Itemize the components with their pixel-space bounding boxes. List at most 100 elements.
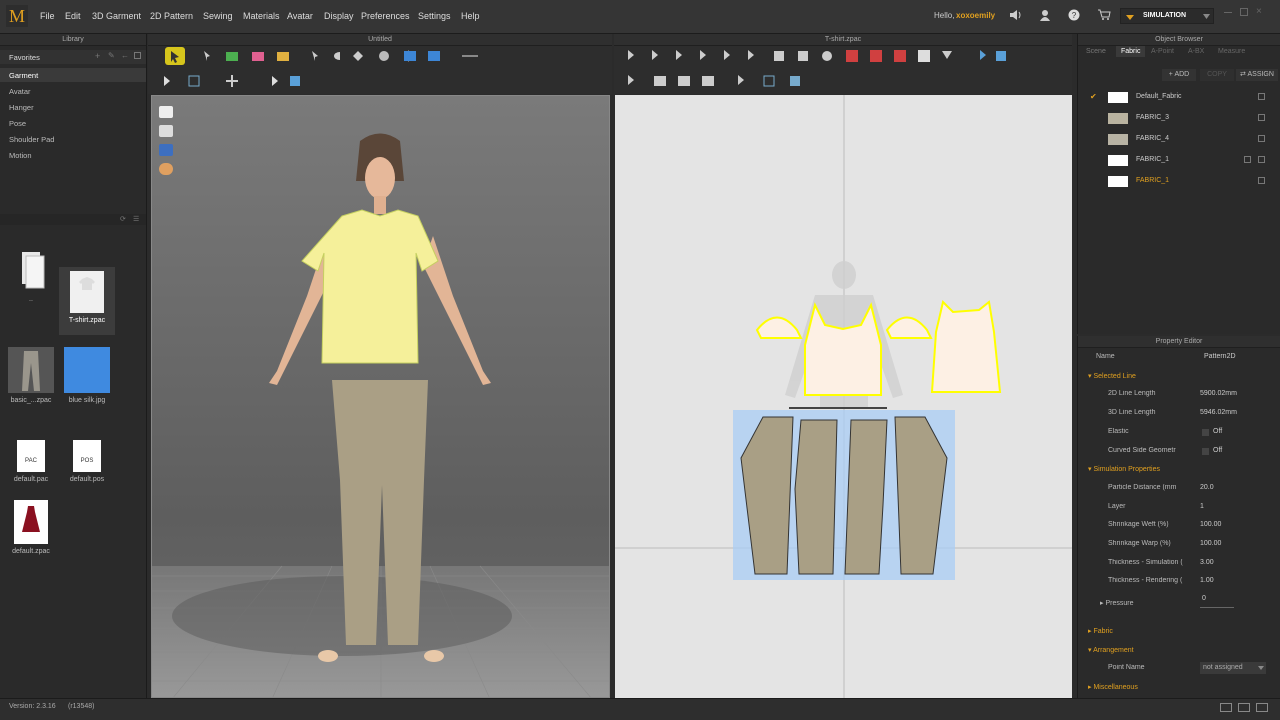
- prop-value[interactable]: 100.00: [1200, 521, 1221, 528]
- fabric-row[interactable]: ✔ Default_Fabric: [1078, 87, 1280, 108]
- menu-edit[interactable]: Edit: [65, 11, 81, 21]
- help-icon[interactable]: ?: [1068, 9, 1086, 25]
- 3d-tool-icons[interactable]: [200, 48, 340, 64]
- tab-fabric[interactable]: Fabric: [1116, 46, 1146, 57]
- grid-favorite-icon[interactable]: [134, 52, 141, 59]
- layout-dual-icon[interactable]: [1256, 703, 1268, 712]
- pressure-key[interactable]: ▸ Pressure: [1100, 599, 1180, 607]
- prop-value[interactable]: 100.00: [1200, 540, 1221, 547]
- prop-value[interactable]: 1.00: [1200, 577, 1214, 584]
- prop-value[interactable]: 5900.02mm: [1200, 390, 1237, 397]
- property-editor-panel: Property Editor Name Pattern2D ▾ Selecte…: [1077, 336, 1280, 698]
- pressure-slider[interactable]: [1200, 607, 1234, 608]
- add-label: ADD: [1174, 71, 1190, 78]
- tab-a-bx[interactable]: A-BX: [1188, 48, 1204, 55]
- list-view-icon[interactable]: ☰: [133, 215, 139, 223]
- fabric-delete-icon[interactable]: [1258, 93, 1265, 100]
- back-favorite-icon[interactable]: ←: [121, 51, 129, 60]
- minimize-icon[interactable]: [1224, 12, 1232, 13]
- file-item[interactable]: PAC default.pac: [3, 440, 59, 483]
- cart-icon[interactable]: [1097, 9, 1115, 25]
- edit-favorite-icon[interactable]: ✎: [108, 51, 115, 60]
- menu-help[interactable]: Help: [461, 11, 480, 21]
- fabric-delete-icon[interactable]: [1258, 177, 1265, 184]
- prop-value[interactable]: 1: [1200, 503, 1204, 510]
- favorites-label: Favorites: [9, 53, 40, 62]
- 3d-view-mode-icons[interactable]: [402, 48, 482, 64]
- section-simulation[interactable]: ▾ Simulation Properties: [1088, 465, 1160, 473]
- menu-file[interactable]: File: [40, 11, 55, 21]
- file-item[interactable]: basic_...zpac: [3, 347, 59, 404]
- curved-geometry-checkbox[interactable]: [1202, 448, 1209, 455]
- fabric-delete-icon[interactable]: [1258, 114, 1265, 121]
- measure-icon[interactable]: [159, 144, 173, 156]
- file-item[interactable]: blue silk.jpg: [59, 347, 115, 404]
- volume-icon[interactable]: [1009, 9, 1027, 25]
- point-name-select[interactable]: not assigned: [1200, 662, 1266, 674]
- menu-avatar[interactable]: Avatar: [287, 11, 313, 21]
- 3d-viewport[interactable]: [151, 95, 610, 698]
- username[interactable]: xoxoemily: [956, 11, 995, 20]
- assign-fabric-button[interactable]: ⇄ ASSIGN: [1236, 69, 1278, 81]
- menu-settings[interactable]: Settings: [418, 11, 451, 21]
- section-misc[interactable]: ▸ Miscellaneous: [1088, 683, 1138, 691]
- menu-preferences[interactable]: Preferences: [361, 11, 410, 21]
- layout-split-icon[interactable]: [1238, 703, 1250, 712]
- name-value[interactable]: Pattern2D: [1204, 353, 1236, 360]
- fabric-row[interactable]: FABRIC_3: [1078, 108, 1280, 129]
- avatar-head-icon[interactable]: [159, 125, 173, 137]
- tab-measure[interactable]: Measure: [1218, 48, 1245, 55]
- menu-display[interactable]: Display: [324, 11, 354, 21]
- file-item[interactable]: ..: [3, 246, 59, 303]
- 2d-tool-icons[interactable]: [624, 47, 1024, 65]
- category-garment[interactable]: Garment: [9, 71, 38, 80]
- skin-icon[interactable]: [159, 163, 173, 175]
- blue-silk-file-icon: [64, 347, 110, 393]
- category-avatar[interactable]: Avatar: [9, 87, 31, 96]
- 2d-secondary-tool-icons[interactable]: [624, 72, 824, 90]
- fabric-row[interactable]: FABRIC_4: [1078, 129, 1280, 150]
- maximize-icon[interactable]: [1240, 8, 1248, 16]
- prop-value[interactable]: 3.00: [1200, 559, 1214, 566]
- fabric-name: FABRIC_4: [1136, 135, 1170, 142]
- prop-value[interactable]: 20.0: [1200, 484, 1214, 491]
- avatar-view-icon[interactable]: [159, 106, 173, 118]
- add-favorite-icon[interactable]: +: [95, 51, 100, 61]
- section-selected-line[interactable]: ▾ Selected Line: [1088, 372, 1136, 380]
- category-hanger[interactable]: Hanger: [9, 103, 34, 112]
- fabric-row[interactable]: FABRIC_1: [1078, 150, 1280, 171]
- select-move-tool[interactable]: [165, 47, 185, 65]
- category-shoulder-pad[interactable]: Shoulder Pad: [9, 135, 54, 144]
- elastic-checkbox[interactable]: [1202, 429, 1209, 436]
- file-item[interactable]: T-shirt.zpac: [59, 267, 115, 335]
- fabric-delete-icon[interactable]: [1258, 135, 1265, 142]
- category-motion[interactable]: Motion: [9, 151, 32, 160]
- menu-3d-garment[interactable]: 3D Garment: [92, 11, 141, 21]
- menu-materials[interactable]: Materials: [243, 11, 280, 21]
- fabric-link-icon[interactable]: [1244, 156, 1251, 163]
- 3d-secondary-tool-icons[interactable]: [162, 72, 302, 90]
- tab-a-point[interactable]: A-Point: [1151, 48, 1174, 55]
- menu-2d-pattern[interactable]: 2D Pattern: [150, 11, 193, 21]
- fabric-delete-icon[interactable]: [1258, 156, 1265, 163]
- tab-scene[interactable]: Scene: [1086, 48, 1106, 55]
- favorites-header[interactable]: Favorites + ✎ ←: [0, 50, 146, 64]
- layout-single-icon[interactable]: [1220, 703, 1232, 712]
- mode-selector[interactable]: SIMULATION: [1120, 8, 1214, 24]
- fabric-swatch: [1108, 113, 1128, 124]
- section-fabric[interactable]: ▸ Fabric: [1088, 627, 1113, 635]
- close-icon[interactable]: ×: [1256, 6, 1262, 17]
- refresh-icon[interactable]: ⟳: [120, 215, 126, 223]
- add-fabric-button[interactable]: + ADD: [1162, 69, 1196, 81]
- fabric-row[interactable]: FABRIC_1: [1078, 171, 1280, 192]
- 2d-pattern-viewport[interactable]: [615, 95, 1072, 698]
- prop-value[interactable]: 5946.02mm: [1200, 409, 1237, 416]
- file-item[interactable]: POS default.pos: [59, 440, 115, 483]
- copy-fabric-button[interactable]: COPY: [1200, 69, 1234, 81]
- section-arrangement[interactable]: ▾ Arrangement: [1088, 646, 1134, 654]
- user-icon[interactable]: [1039, 9, 1057, 25]
- menu-sewing[interactable]: Sewing: [203, 11, 233, 21]
- prop-key: Curved Side Geometr: [1108, 447, 1176, 454]
- category-pose[interactable]: Pose: [9, 119, 26, 128]
- file-item[interactable]: default.zpac: [3, 500, 59, 555]
